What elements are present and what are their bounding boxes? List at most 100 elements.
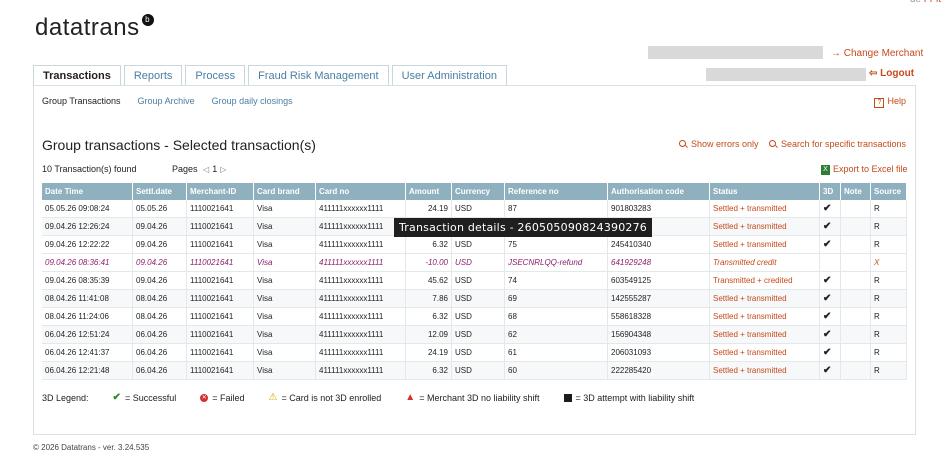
lang-de[interactable]: de <box>910 0 921 5</box>
cell-status: Settled + transmitted <box>709 325 820 344</box>
cell-status: Settled + transmitted <box>709 343 820 362</box>
cell-merchant-id: 1110021641 <box>186 289 254 308</box>
cell-settl-date: 09.04.26 <box>132 235 187 254</box>
col-source[interactable]: Source <box>870 183 907 200</box>
cell-currency: USD <box>451 289 505 308</box>
cell-date-time: 09.04.26 08:36:41 <box>42 253 133 272</box>
col-currency[interactable]: Currency <box>451 183 505 200</box>
col-amount[interactable]: Amount <box>405 183 452 200</box>
table-row[interactable]: 08.04.26 11:41:08 08.04.26 1110021641 Visa 4… <box>42 289 907 308</box>
lang-fr[interactable]: Fr <box>924 0 933 5</box>
col-card-brand[interactable]: Card brand <box>253 183 316 200</box>
tab-user-administration[interactable]: User Administration <box>391 65 507 86</box>
check-icon: ✔ <box>112 392 121 403</box>
cell-note <box>840 289 871 308</box>
search-specific-label: Search for specific transactions <box>781 139 907 149</box>
cell-note <box>840 307 871 326</box>
logo-mark-icon: b <box>141 14 154 26</box>
table-row[interactable]: 08.04.26 11:24:06 08.04.26 1110021641 Visa 4… <box>42 307 907 326</box>
cell-authorisation-code: 222285420 <box>607 361 710 380</box>
subnav-group-daily-closings[interactable]: Group daily closings <box>212 96 293 106</box>
content-panel: Group Transactions Group Archive Group d… <box>33 85 916 435</box>
logout-link[interactable]: ⇦ Logout <box>869 68 914 79</box>
pages-label: Pages <box>172 164 198 174</box>
cell-currency: USD <box>451 361 505 380</box>
tab-process[interactable]: Process <box>185 65 246 86</box>
current-page[interactable]: 1 <box>212 164 217 174</box>
cell-amount: 12.09 <box>405 325 452 344</box>
cell-note <box>840 200 871 218</box>
transactions-table: Date Time Settl.date Merchant-ID Card br… <box>42 183 907 380</box>
cell-source: R <box>870 361 907 380</box>
cell-reference-no: 61 <box>504 343 608 362</box>
prev-page-icon[interactable]: ◁ <box>203 165 209 174</box>
transaction-details-tooltip: Transaction details - 260505090824390276 <box>394 218 653 237</box>
table-row[interactable]: 05.05.26 09:08:24 05.05.26 1110021641 Visa 4… <box>42 200 907 218</box>
cell-3d: ✔ <box>819 361 841 380</box>
legend-liability-shift: = 3D attempt with liability shift <box>563 392 695 403</box>
3d-legend: 3D Legend: ✔ = Successful ✕ = Failed ⚠ = Ca… <box>42 392 694 403</box>
col-card-no[interactable]: Card no <box>315 183 406 200</box>
cell-card-no: 411111xxxxxx1111 <box>315 217 406 236</box>
table-row[interactable]: 09.04.26 12:22:22 09.04.26 1110021641 Visa 4… <box>42 235 907 254</box>
col-date-time[interactable]: Date Time <box>42 183 133 200</box>
col-status[interactable]: Status <box>709 183 820 200</box>
export-excel-link[interactable]: X Export to Excel file <box>821 164 908 175</box>
cell-settl-date: 08.04.26 <box>132 307 187 326</box>
cell-note <box>840 235 871 254</box>
language-switcher: de Fr it <box>910 0 941 5</box>
col-reference-no[interactable]: Reference no <box>504 183 608 200</box>
col-merchant-id[interactable]: Merchant-ID <box>186 183 254 200</box>
col-authorisation-code[interactable]: Authorisation code <box>607 183 710 200</box>
cell-reference-no: 74 <box>504 271 608 290</box>
cell-reference-no: 87 <box>504 200 608 218</box>
cell-status: Settled + transmitted <box>709 307 820 326</box>
legend-not-enrolled-label: = Card is not 3D enrolled <box>281 392 382 403</box>
cell-card-brand: Visa <box>253 361 316 380</box>
cell-authorisation-code: 641929248 <box>607 253 710 272</box>
help-link[interactable]: ? Help <box>874 96 906 108</box>
cell-card-brand: Visa <box>253 253 316 272</box>
cell-3d: ✔ <box>819 343 841 362</box>
cell-amount: 6.32 <box>405 361 452 380</box>
lang-it[interactable]: it <box>936 0 941 5</box>
cell-currency: USD <box>451 271 505 290</box>
cell-note <box>840 253 871 272</box>
cell-source: R <box>870 325 907 344</box>
tab-fraud-risk-management[interactable]: Fraud Risk Management <box>248 65 389 86</box>
cell-reference-no: 69 <box>504 289 608 308</box>
cell-settl-date: 05.05.26 <box>132 200 187 218</box>
cell-merchant-id: 1110021641 <box>186 361 254 380</box>
subnav-group-archive[interactable]: Group Archive <box>138 96 195 106</box>
tab-reports[interactable]: Reports <box>123 65 183 86</box>
change-merchant-link[interactable]: → Change Merchant <box>831 48 923 59</box>
cell-card-brand: Visa <box>253 271 316 290</box>
cell-card-no: 411111xxxxxx1111 <box>315 271 406 290</box>
table-row[interactable]: 06.04.26 12:41:37 06.04.26 1110021641 Visa 4… <box>42 343 907 362</box>
cell-3d: ✔ <box>819 307 841 326</box>
cell-currency: USD <box>451 325 505 344</box>
cell-source: R <box>870 289 907 308</box>
cell-amount: 6.32 <box>405 235 452 254</box>
tab-transactions[interactable]: Transactions <box>33 65 121 86</box>
col-note[interactable]: Note <box>840 183 871 200</box>
col-settl-date[interactable]: Settl.date <box>132 183 187 200</box>
table-row[interactable]: 06.04.26 12:51:24 06.04.26 1110021641 Visa 4… <box>42 325 907 344</box>
table-row[interactable]: 09.04.26 08:36:41 09.04.26 1110021641 Visa 4… <box>42 253 907 272</box>
cell-reference-no: JSECNRLQQ-refund <box>504 253 608 272</box>
transactions-found-count: 10 Transaction(s) found <box>42 164 137 174</box>
cell-merchant-id: 1110021641 <box>186 253 254 272</box>
liability-shift-icon <box>563 393 572 402</box>
legend-liability-shift-label: = 3D attempt with liability shift <box>575 392 695 403</box>
search-specific-link[interactable]: Search for specific transactions <box>769 139 906 149</box>
col-3d[interactable]: 3D <box>819 183 841 200</box>
cell-currency: USD <box>451 307 505 326</box>
table-row[interactable]: 09.04.26 08:35:39 09.04.26 1110021641 Visa 4… <box>42 271 907 290</box>
subnav-group-transactions[interactable]: Group Transactions <box>42 96 121 106</box>
legend-failed-label: = Failed <box>212 392 245 403</box>
table-row[interactable]: 06.04.26 12:21:48 06.04.26 1110021641 Visa 4… <box>42 361 907 380</box>
cell-merchant-id: 1110021641 <box>186 235 254 254</box>
show-errors-link[interactable]: Show errors only <box>679 139 759 149</box>
cell-authorisation-code: 603549125 <box>607 271 710 290</box>
next-page-icon[interactable]: ▷ <box>220 165 226 174</box>
